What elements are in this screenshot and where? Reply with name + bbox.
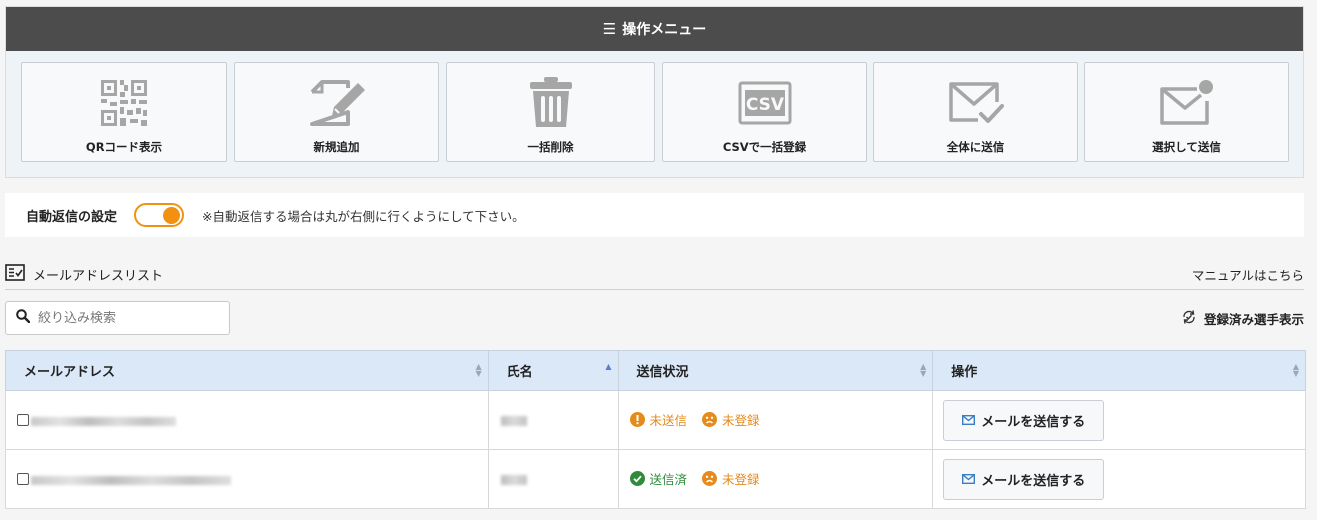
envelope-icon — [962, 474, 976, 484]
registration-status: 未登録 — [702, 469, 760, 488]
envelope-icon — [962, 415, 976, 425]
column-header-status-label: 送信状況 — [636, 365, 689, 380]
column-header-action[interactable]: 操作 ▲ ▼ — [932, 350, 1306, 391]
qr-code-label: QRコード表示 — [85, 140, 163, 154]
status-cell: 送信済 未登録 — [617, 449, 934, 509]
mail-check-icon — [948, 77, 1004, 129]
registered-players-label: 登録済み選手表示 — [1203, 312, 1304, 327]
send-all-label: 全体に送信 — [946, 140, 1005, 154]
blurred-name — [500, 416, 527, 426]
blurred-email — [31, 475, 231, 485]
row-checkbox[interactable] — [17, 472, 29, 485]
exclamation-circle-icon — [629, 412, 645, 427]
column-header-email-label: メールアドレス — [24, 365, 116, 380]
hamburger-icon: ☰ — [602, 20, 617, 38]
qr-code-icon — [101, 77, 147, 129]
action-cell: メールを送信する — [932, 449, 1306, 509]
column-header-action-label: 操作 — [951, 365, 978, 380]
csv-import-button[interactable]: CSV CSVで一括登録 — [662, 62, 867, 162]
add-new-label: 新規追加 — [313, 140, 360, 154]
list-title: メールアドレスリスト — [5, 264, 163, 285]
qr-code-button[interactable]: QRコード表示 — [21, 62, 227, 162]
blurred-name — [500, 475, 527, 485]
send-status: 送信済 — [629, 469, 688, 488]
name-cell — [487, 390, 619, 450]
email-cell — [5, 449, 489, 509]
column-header-name[interactable]: 氏名 ▲ — [487, 350, 619, 391]
table-row: 未送信 未登録 メールを送信する — [5, 390, 1306, 450]
column-header-name-label: 氏名 — [506, 365, 533, 380]
registration-status: 未登録 — [702, 410, 760, 429]
column-header-email[interactable]: メールアドレス ▲ ▼ — [5, 350, 489, 391]
action-cell: メールを送信する — [932, 390, 1306, 450]
send-mail-label: メールを送信する — [981, 473, 1086, 489]
auto-reply-toggle[interactable] — [134, 203, 185, 227]
csv-import-label: CSVで一括登録 — [722, 140, 807, 154]
send-mail-label: メールを送信する — [981, 414, 1086, 430]
send-all-button[interactable]: 全体に送信 — [873, 62, 1078, 162]
send-status-label: 送信済 — [649, 472, 688, 487]
csv-file-icon: CSV — [738, 77, 792, 129]
list-title-text: メールアドレスリスト — [33, 269, 164, 284]
bulk-delete-label: 一括削除 — [527, 140, 574, 154]
operation-menu-title: 操作メニュー — [622, 22, 707, 38]
select-send-button[interactable]: 選択して送信 — [1084, 62, 1289, 162]
frown-face-icon — [702, 412, 718, 427]
send-status: 未送信 — [629, 410, 688, 429]
search-input[interactable] — [38, 310, 208, 326]
row-checkbox[interactable] — [17, 413, 29, 426]
checklist-icon — [5, 264, 25, 285]
trash-icon — [529, 77, 573, 129]
operation-menu: ☰ 操作メニュー QRコード表示 新規追加 一括削除 CSV CSVで一括登録 … — [5, 6, 1304, 178]
status-cell: 未送信 未登録 — [617, 390, 934, 450]
frown-face-icon — [702, 471, 718, 486]
check-circle-icon — [629, 471, 645, 486]
edit-document-icon — [308, 77, 366, 129]
refresh-check-icon — [1181, 309, 1197, 328]
sort-icon: ▲ ▼ — [920, 362, 927, 378]
registration-status-label: 未登録 — [722, 472, 760, 487]
send-mail-button[interactable]: メールを送信する — [943, 399, 1105, 441]
manual-link[interactable]: マニュアルはこちら — [1192, 265, 1304, 284]
table-header-row: メールアドレス ▲ ▼ 氏名 ▲ 送信状況 ▲ ▼ 操作 ▲ ▼ — [5, 350, 1306, 391]
add-new-button[interactable]: 新規追加 — [234, 62, 439, 162]
auto-reply-title: 自動返信の設定 — [26, 209, 118, 225]
email-cell — [5, 390, 489, 450]
registration-status-label: 未登録 — [722, 413, 760, 428]
svg-text:CSV: CSV — [745, 95, 784, 115]
select-send-label: 選択して送信 — [1152, 140, 1221, 154]
send-mail-button[interactable]: メールを送信する — [943, 458, 1105, 500]
toggle-knob — [163, 206, 181, 224]
auto-reply-note: ※自動返信する場合は丸が右側に行くようにして下さい。 — [202, 208, 525, 224]
name-cell — [487, 449, 619, 509]
sort-icon: ▲ ▼ — [475, 362, 482, 378]
auto-reply-setting: 自動返信の設定 ※自動返信する場合は丸が右側に行くようにして下さい。 — [5, 193, 1304, 237]
list-header: メールアドレスリスト マニュアルはこちら — [5, 260, 1304, 290]
search-icon — [16, 309, 31, 327]
search-box — [5, 301, 230, 335]
sort-icon: ▲ ▼ — [1292, 362, 1299, 378]
registered-players-toggle[interactable]: 登録済み選手表示 — [1181, 309, 1304, 328]
table-row: 送信済 未登録 メールを送信する — [5, 449, 1306, 509]
email-table: メールアドレス ▲▼ 氏名 ▲ 送信状況 ▲▼ 操作 ▲▼ 未送信 未登録 — [5, 350, 1306, 509]
mail-notify-icon — [1159, 77, 1215, 129]
column-header-status[interactable]: 送信状況 ▲ ▼ — [617, 350, 934, 391]
blurred-email — [31, 416, 176, 426]
bulk-delete-button[interactable]: 一括削除 — [446, 62, 655, 162]
sort-ascending-icon: ▲ — [605, 362, 612, 371]
send-status-label: 未送信 — [649, 413, 688, 428]
operation-menu-header: ☰ 操作メニュー — [6, 7, 1303, 51]
